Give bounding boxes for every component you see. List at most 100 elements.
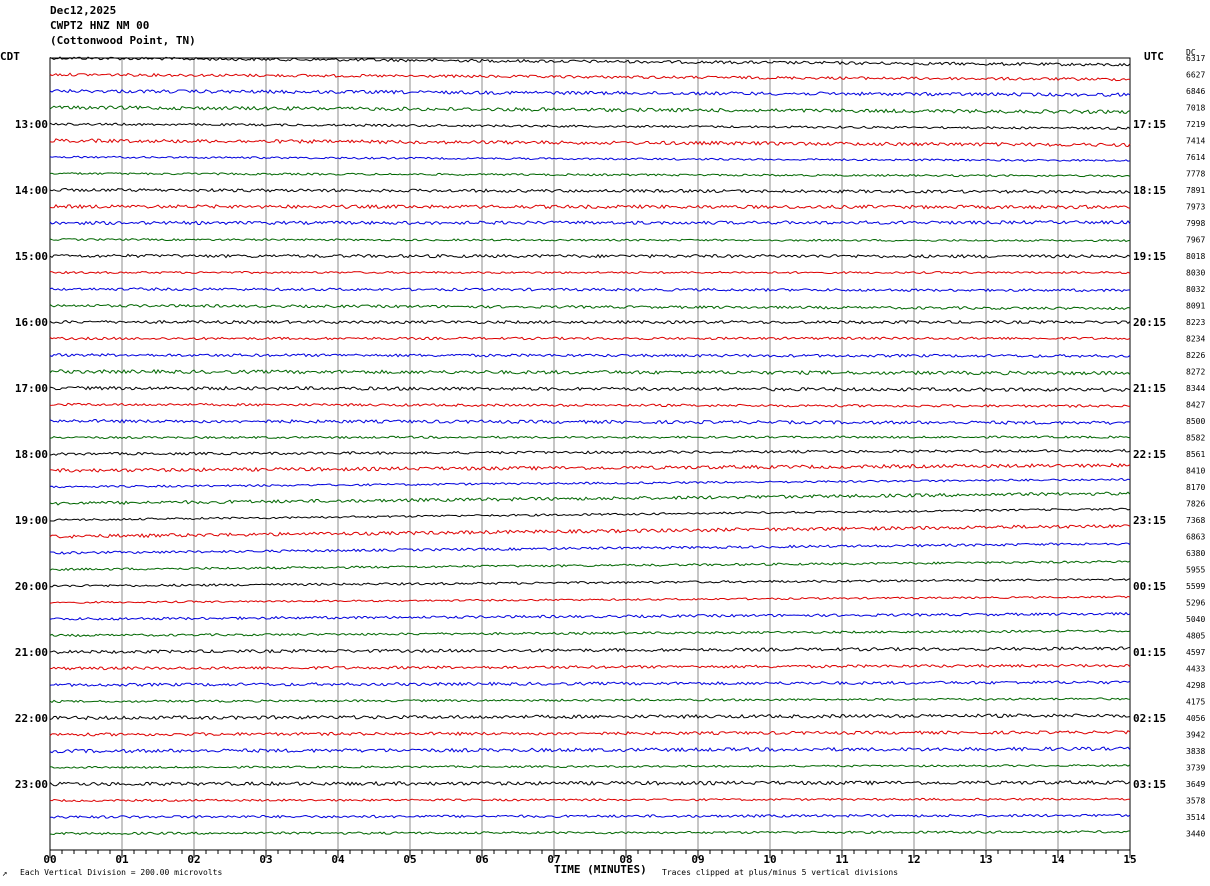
x-tick-label: 06	[475, 853, 489, 866]
dc-offset-label: 5599	[1186, 582, 1205, 591]
seismic-trace	[49, 462, 1131, 473]
dc-offset-label: 8272	[1186, 368, 1205, 377]
dc-offset-label: 4805	[1186, 632, 1205, 641]
left-hour-label: 19:00	[15, 514, 48, 527]
dc-offset-label: 4597	[1186, 648, 1205, 657]
dc-offset-label: 7778	[1186, 170, 1205, 179]
seismic-trace	[49, 319, 1131, 325]
seismic-trace	[49, 697, 1131, 704]
seismic-trace	[49, 764, 1131, 769]
dc-offset-label: 8032	[1186, 285, 1205, 294]
x-tick-label: 14	[1051, 853, 1065, 866]
seismic-trace	[49, 524, 1131, 539]
dc-offset-label: 4056	[1186, 714, 1205, 723]
dc-offset-label: 3942	[1186, 731, 1205, 740]
dc-offset-label: 7368	[1186, 516, 1205, 525]
x-tick-label: 13	[979, 853, 992, 866]
seismic-trace	[49, 270, 1131, 275]
seismic-trace	[49, 713, 1131, 721]
dc-offset-label: 7614	[1186, 153, 1205, 162]
left-hour-label: 22:00	[15, 712, 48, 725]
left-hour-label: 15:00	[15, 250, 48, 263]
dc-offset-label: 7891	[1186, 186, 1205, 195]
seismic-trace	[49, 663, 1131, 671]
dc-offset-label: 8561	[1186, 450, 1205, 459]
dc-offset-label: 3514	[1186, 813, 1205, 822]
seismic-trace	[49, 187, 1131, 194]
dc-offset-label: 6380	[1186, 549, 1205, 558]
left-hour-label: 16:00	[15, 316, 48, 329]
dc-offset-label: 5955	[1186, 566, 1205, 575]
seismic-trace	[49, 303, 1131, 311]
seismic-trace	[49, 238, 1131, 243]
clip-note: Traces clipped at plus/minus 5 vertical …	[662, 868, 899, 877]
dc-offset-label: 3649	[1186, 780, 1205, 789]
seismic-trace	[49, 577, 1131, 588]
left-hour-label: 14:00	[15, 184, 48, 197]
dc-offset-label: 3838	[1186, 747, 1205, 756]
seismic-trace	[49, 477, 1131, 489]
seismic-trace	[49, 88, 1131, 97]
dc-offset-label: 6317	[1186, 54, 1205, 63]
seismic-trace	[49, 595, 1131, 604]
left-hour-label: 23:00	[15, 778, 48, 791]
x-tick-label: 03	[259, 853, 272, 866]
seismic-trace	[49, 336, 1131, 341]
left-hour-label: 21:00	[15, 646, 48, 659]
dc-offset-label: 8030	[1186, 269, 1205, 278]
seismic-trace	[49, 418, 1131, 426]
seismic-trace	[49, 155, 1131, 162]
dc-offset-label: 8018	[1186, 252, 1205, 261]
dc-offset-label: 7967	[1186, 236, 1205, 245]
right-hour-label: 20:15	[1133, 316, 1166, 329]
seismic-trace	[49, 646, 1131, 655]
seismic-trace	[49, 122, 1131, 130]
x-axis-title: TIME (MINUTES)	[554, 863, 647, 876]
right-hour-label: 18:15	[1133, 184, 1166, 197]
right-hour-label: 21:15	[1133, 382, 1166, 395]
x-tick-label: 09	[691, 853, 704, 866]
dc-offset-label: 8091	[1186, 302, 1205, 311]
x-tick-label: 12	[907, 853, 920, 866]
x-tick-label: 10	[763, 853, 776, 866]
seismic-trace	[49, 219, 1131, 226]
dc-offset-label: 4175	[1186, 698, 1205, 707]
dc-offset-label: 8582	[1186, 434, 1205, 443]
seismic-trace	[49, 105, 1131, 115]
right-hour-label: 22:15	[1133, 448, 1166, 461]
seismic-trace	[49, 203, 1131, 210]
x-tick-label: 11	[835, 853, 849, 866]
x-tick-label: 01	[115, 853, 129, 866]
dc-offset-label: 8234	[1186, 335, 1205, 344]
right-hour-label: 19:15	[1133, 250, 1166, 263]
left-hour-label: 17:00	[15, 382, 48, 395]
seismic-trace	[49, 729, 1131, 737]
seismic-trace	[49, 830, 1131, 836]
seismic-trace	[49, 507, 1131, 522]
left-hour-label: 13:00	[15, 118, 48, 131]
dc-offset-label: 8226	[1186, 351, 1205, 360]
dc-offset-label: 4298	[1186, 681, 1205, 690]
right-hour-label: 00:15	[1133, 580, 1166, 593]
dc-offset-label: 3578	[1186, 797, 1205, 806]
dc-offset-label: 6863	[1186, 533, 1205, 542]
x-tick-label: 15	[1123, 853, 1136, 866]
seismic-trace	[49, 72, 1131, 82]
dc-offset-label: 8500	[1186, 417, 1205, 426]
seismic-trace	[49, 402, 1131, 408]
seismic-trace	[49, 746, 1131, 754]
seismic-trace	[49, 611, 1131, 621]
dc-offset-label: 7998	[1186, 219, 1205, 228]
left-hour-label: 18:00	[15, 448, 48, 461]
dc-offset-label: 7826	[1186, 500, 1205, 509]
right-hour-label: 02:15	[1133, 712, 1166, 725]
seismic-trace	[49, 138, 1131, 148]
x-tick-label: 00	[43, 853, 56, 866]
seismic-trace	[50, 542, 1131, 555]
x-tick-label: 04	[331, 853, 345, 866]
dc-offset-label: 7973	[1186, 203, 1205, 212]
dc-offset-label: 6627	[1186, 71, 1205, 80]
dc-offset-label: 5040	[1186, 615, 1205, 624]
corner-mark: ↗	[2, 869, 8, 879]
dc-offset-label: 8223	[1186, 318, 1205, 327]
